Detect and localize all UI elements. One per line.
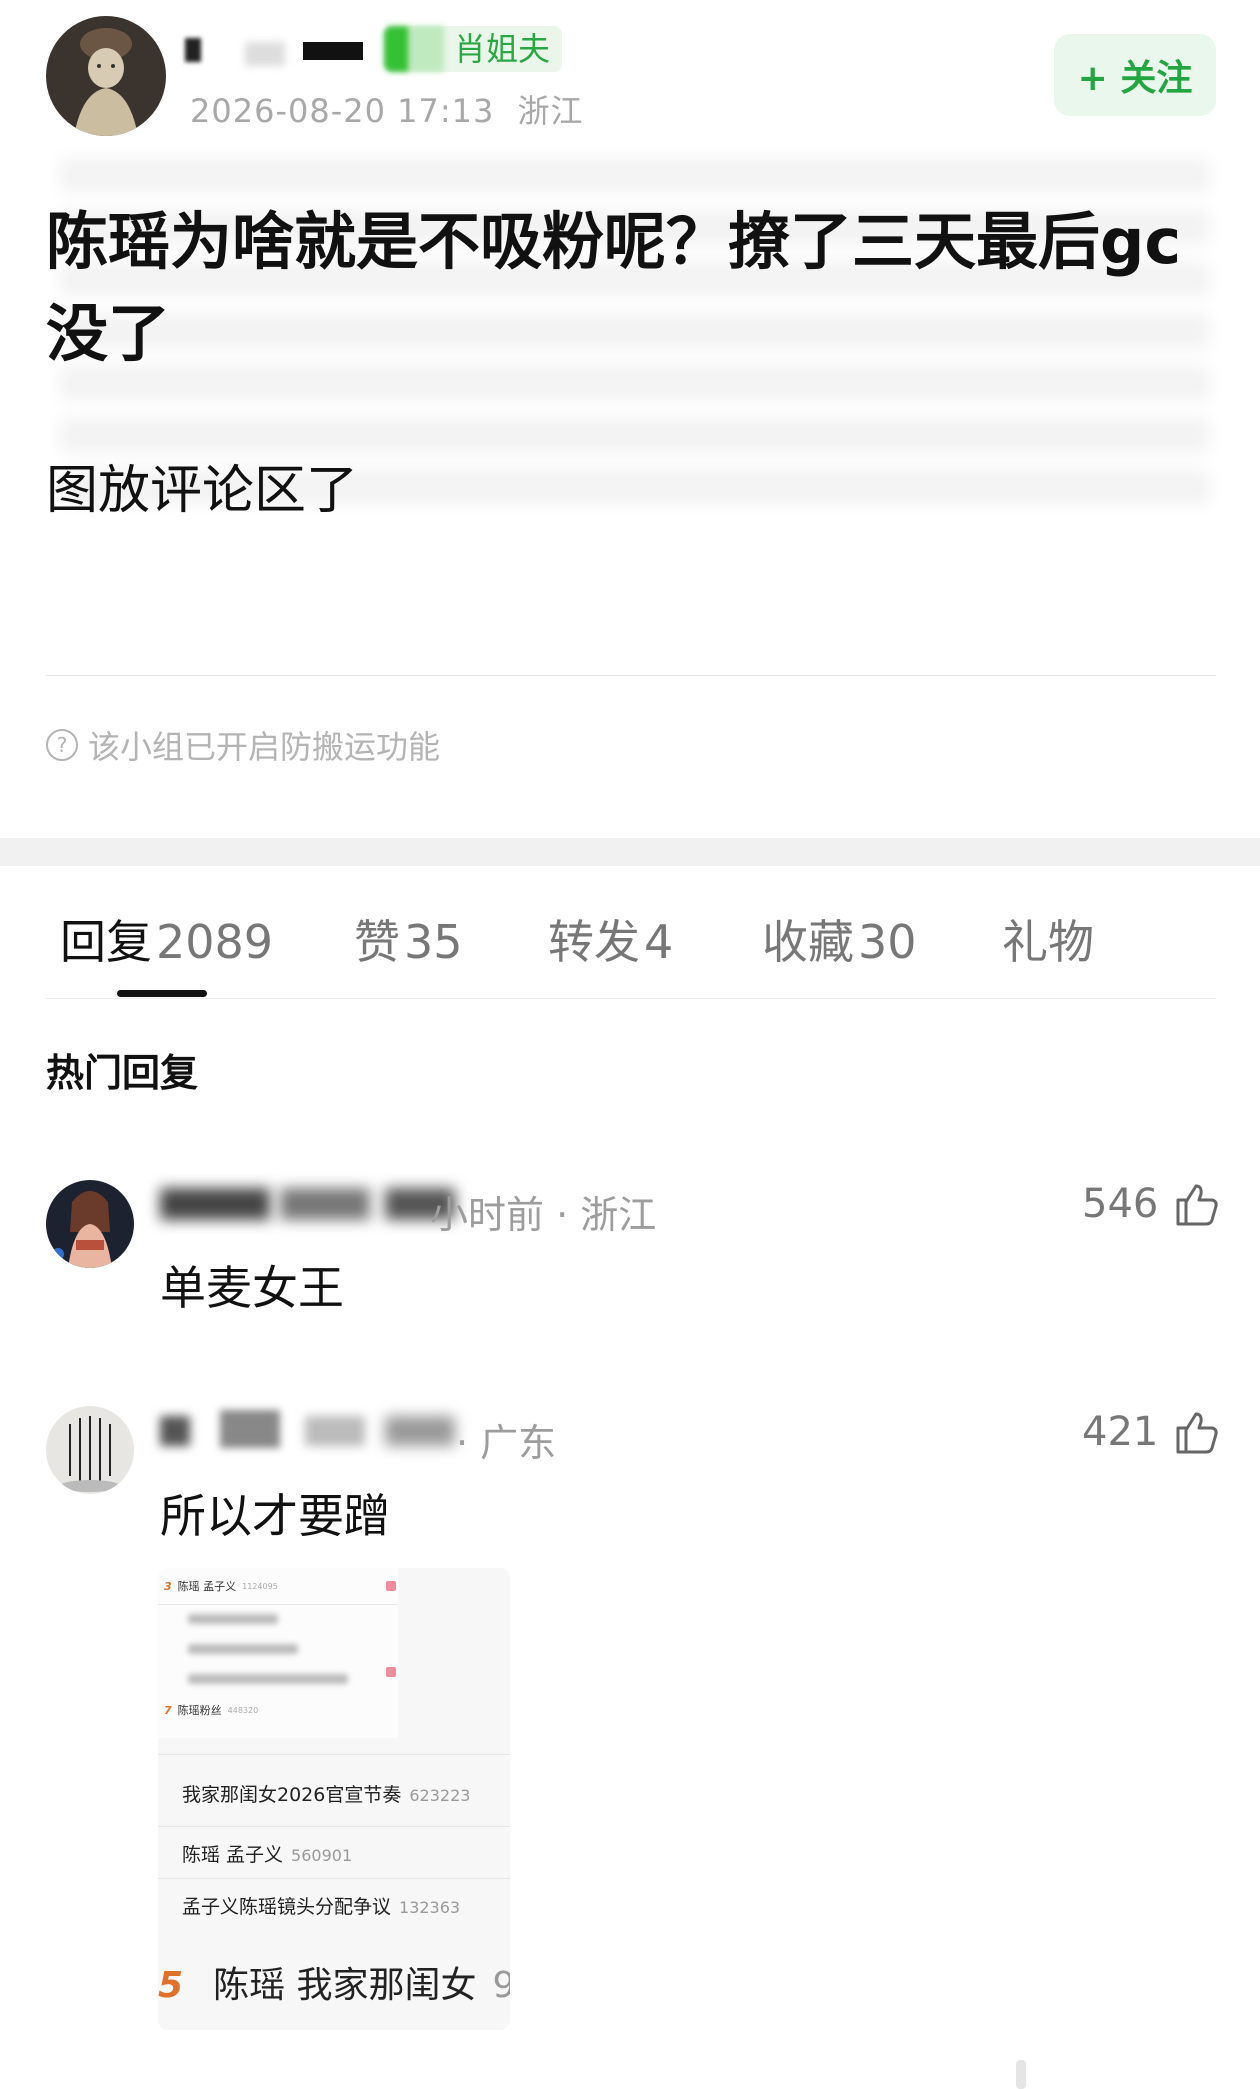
ranking-row: 7 陈瑶粉丝 448320 xyxy=(164,1702,258,1718)
search-suggestion: 陈瑶 孟子义 560901 xyxy=(182,1840,352,1867)
blurred-row xyxy=(188,1644,298,1654)
author-name[interactable] xyxy=(185,30,365,70)
section-separator xyxy=(0,838,1260,866)
rank-number: 5 xyxy=(158,1965,184,2006)
thumbs-up-icon xyxy=(1176,1184,1219,1226)
blurred-row xyxy=(188,1614,278,1624)
tab-reposts[interactable]: 转发4 xyxy=(548,906,673,972)
active-tab-indicator xyxy=(117,990,207,997)
group-badge[interactable]: 肖姐夫 xyxy=(384,26,563,72)
hot-tag-icon xyxy=(386,1667,396,1677)
author-avatar-image xyxy=(46,16,166,136)
search-suggestion: 孟子义陈瑶镜头分配争议 132363 xyxy=(182,1892,460,1919)
tab-favorites[interactable]: 收藏30 xyxy=(762,906,917,972)
notice-text: 该小组已开启防搬运功能 xyxy=(88,728,441,766)
divider xyxy=(158,1878,510,1879)
comment-image-attachment[interactable]: 3 陈瑶 孟子义 1124095 7 陈瑶粉丝 448320 我家那闺女2026… xyxy=(158,1568,510,2030)
like-count: 421 xyxy=(1082,1409,1159,1455)
tab-likes-count: 35 xyxy=(404,915,463,969)
divider xyxy=(158,1754,510,1755)
tab-replies-count: 2089 xyxy=(156,915,274,969)
comment-like-button[interactable]: 421 xyxy=(1082,1408,1220,1456)
tab-replies-label: 回复 xyxy=(60,915,152,969)
tab-likes[interactable]: 赞35 xyxy=(354,906,463,972)
anti-repost-notice: ? 该小组已开启防搬运功能 xyxy=(46,722,440,768)
ranking-row-large: 5 陈瑶 我家那闺女 9 xyxy=(158,1956,510,2008)
like-count: 546 xyxy=(1082,1181,1159,1227)
search-suggestion: 我家那闺女2026官宣节奏 623223 xyxy=(182,1780,470,1807)
tab-favorites-count: 30 xyxy=(858,915,917,969)
follow-button-label: + 关注 xyxy=(1077,58,1193,99)
tab-gifts[interactable]: 礼物 xyxy=(1002,906,1094,972)
tab-likes-label: 赞 xyxy=(354,915,400,969)
tab-reposts-label: 转发 xyxy=(548,915,640,969)
hot-replies-heading: 热门回复 xyxy=(46,1051,199,1095)
question-circle-icon: ? xyxy=(46,729,78,761)
hot-tag-icon xyxy=(386,1581,396,1591)
follow-button[interactable]: + 关注 xyxy=(1054,34,1216,116)
commenter-avatar[interactable] xyxy=(46,1180,134,1268)
tab-reposts-count: 4 xyxy=(644,915,674,969)
scrollbar[interactable] xyxy=(1016,2060,1026,2089)
rank-name: 陈瑶 孟子义 xyxy=(177,1580,237,1593)
commenter-avatar-image xyxy=(46,1180,134,1268)
tab-gifts-label: 礼物 xyxy=(1002,915,1094,969)
comment-text: 单麦女王 xyxy=(160,1261,344,1315)
rank-name: 陈瑶 我家那闺女 xyxy=(213,1965,477,2006)
rank-number: 7 xyxy=(164,1703,172,1717)
comment-meta: 小时前 · 浙江 xyxy=(430,1193,657,1237)
comment-text: 所以才要蹭 xyxy=(160,1489,390,1543)
post-meta: 2026-08-20 17:13 浙江 xyxy=(190,86,584,132)
tabs-divider xyxy=(46,998,1216,999)
suggestion-text: 陈瑶 孟子义 xyxy=(182,1844,284,1866)
divider xyxy=(158,1826,510,1827)
post-location: 浙江 xyxy=(517,92,584,130)
commenter-name[interactable] xyxy=(160,1184,460,1224)
comment-meta: · 广东 xyxy=(456,1421,557,1465)
badge-icon xyxy=(384,26,444,72)
rank-heat: 448320 xyxy=(227,1705,259,1715)
suggestion-heat: 560901 xyxy=(291,1846,353,1865)
tab-replies[interactable]: 回复2089 xyxy=(60,906,273,972)
ranking-list-preview: 3 陈瑶 孟子义 1124095 7 陈瑶粉丝 448320 xyxy=(158,1568,398,1738)
ranking-row: 3 陈瑶 孟子义 1124095 xyxy=(164,1578,396,1594)
rank-heat: 1124095 xyxy=(242,1581,278,1591)
rank-number: 3 xyxy=(164,1579,172,1593)
post-date: 2026-08-20 17:13 xyxy=(190,92,495,130)
post-body: 图放评论区了 xyxy=(46,461,359,521)
suggestion-text: 孟子义陈瑶镜头分配争议 xyxy=(182,1896,392,1918)
author-avatar[interactable] xyxy=(46,16,166,136)
suggestion-text: 我家那闺女2026官宣节奏 xyxy=(182,1784,402,1806)
divider xyxy=(46,675,1216,676)
badge-label: 肖姐夫 xyxy=(454,30,551,68)
suggestion-heat: 623223 xyxy=(409,1786,471,1805)
comment-like-button[interactable]: 546 xyxy=(1082,1180,1220,1228)
blurred-row xyxy=(188,1674,348,1684)
divider xyxy=(158,1604,398,1605)
rank-heat: 9 xyxy=(492,1965,510,2006)
commenter-avatar-image xyxy=(46,1406,134,1494)
tab-favorites-label: 收藏 xyxy=(762,915,854,969)
commenter-name[interactable] xyxy=(160,1410,460,1450)
rank-name: 陈瑶粉丝 xyxy=(177,1704,222,1717)
commenter-avatar[interactable] xyxy=(46,1406,134,1494)
suggestion-heat: 132363 xyxy=(399,1898,461,1917)
thumbs-up-icon xyxy=(1176,1412,1219,1454)
post-title: 陈瑶为啥就是不吸粉呢？撩了三天最后gc没了 xyxy=(46,205,1182,370)
